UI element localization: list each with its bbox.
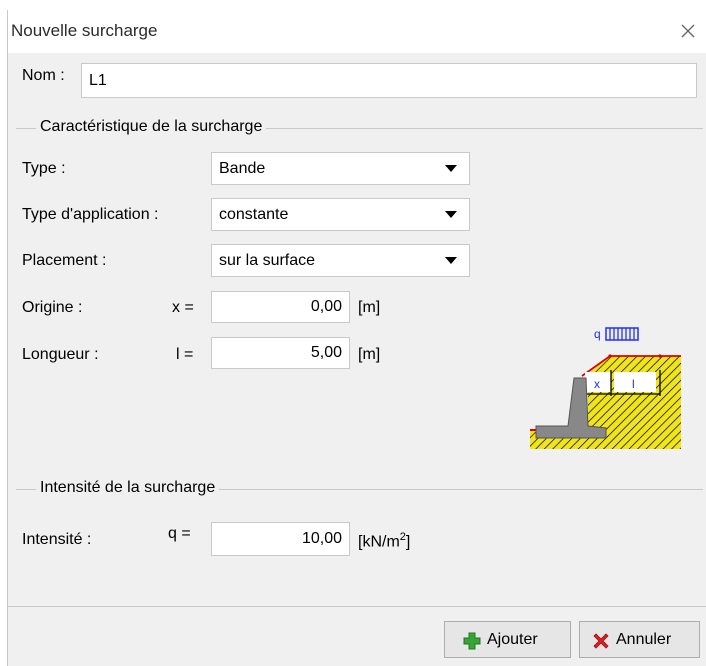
type-select[interactable]: Bande xyxy=(211,152,470,185)
intensity-input[interactable] xyxy=(211,522,350,556)
chevron-down-icon xyxy=(445,165,457,172)
close-icon[interactable] xyxy=(677,20,699,42)
length-unit: [m] xyxy=(358,346,381,363)
intensity-unit: [kN/m2] xyxy=(358,531,410,551)
intensity-label: Intensité : xyxy=(22,531,92,548)
add-button[interactable]: Ajouter xyxy=(444,621,571,658)
cancel-button[interactable]: Annuler xyxy=(579,621,700,658)
origin-label: Origine : xyxy=(22,299,83,316)
application-select-value: constante xyxy=(219,206,289,223)
origin-unit: [m] xyxy=(358,299,381,316)
add-button-label: Ajouter xyxy=(487,631,538,648)
characteristics-group-title: Caractéristique de la surcharge xyxy=(36,118,267,136)
length-label: Longueur : xyxy=(22,346,99,363)
chevron-down-icon xyxy=(445,211,457,218)
cancel-button-label: Annuler xyxy=(616,631,672,648)
diagram-q-label: q xyxy=(594,327,601,341)
unit-end: ] xyxy=(405,533,411,551)
length-var-label: l = xyxy=(176,346,194,363)
type-select-value: Bande xyxy=(219,160,266,177)
surcharge-diagram: q x l xyxy=(530,327,681,449)
name-input[interactable] xyxy=(81,63,697,98)
unit-base: [kN/m xyxy=(358,533,400,551)
new-surcharge-dialog: Nouvelle surcharge Nom : Caractéristique… xyxy=(7,10,706,666)
plus-icon xyxy=(463,632,481,650)
name-label: Nom : xyxy=(22,67,65,84)
l-region xyxy=(614,372,656,392)
length-input[interactable] xyxy=(211,337,350,369)
cancel-x-icon xyxy=(593,633,609,649)
title-bar: Nouvelle surcharge xyxy=(8,10,706,53)
placement-label: Placement : xyxy=(22,252,107,269)
origin-var-label: x = xyxy=(172,299,194,316)
diagram-x-label: x xyxy=(594,377,600,391)
intensity-var-label: q = xyxy=(168,525,191,542)
diagram-l-label: l xyxy=(632,377,635,391)
placement-select[interactable]: sur la surface xyxy=(211,244,470,277)
origin-input[interactable] xyxy=(211,291,350,323)
load-bars xyxy=(609,328,635,340)
application-select[interactable]: constante xyxy=(211,198,470,231)
chevron-down-icon xyxy=(445,257,457,264)
placement-select-value: sur la surface xyxy=(219,252,316,269)
application-label: Type d'application : xyxy=(22,206,159,223)
dialog-title: Nouvelle surcharge xyxy=(11,21,158,40)
type-label: Type : xyxy=(22,160,66,177)
footer-separator xyxy=(8,606,706,607)
intensity-group-title: Intensité de la surcharge xyxy=(36,479,220,497)
